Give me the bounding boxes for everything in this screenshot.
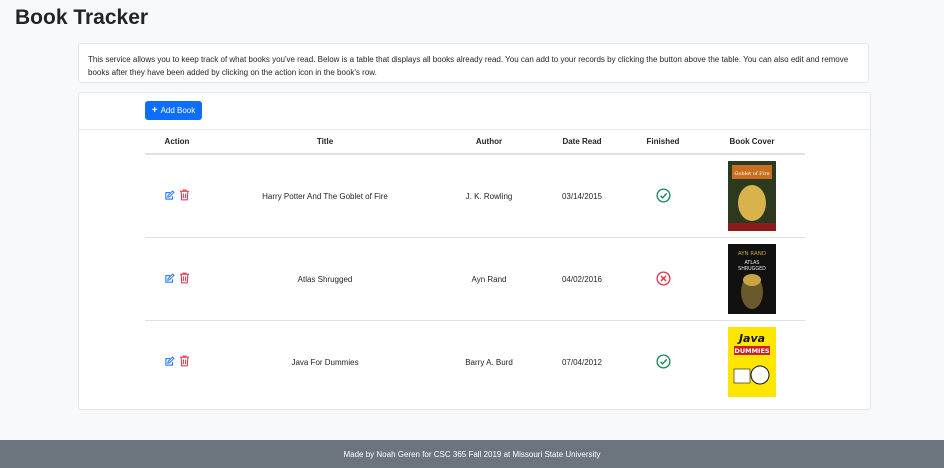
cell-action — [145, 321, 209, 404]
col-header-finished[interactable]: Finished — [627, 130, 699, 155]
check-circle-icon — [655, 187, 671, 205]
book-cover-image: Goblet of Fire — [728, 161, 776, 231]
cell-date-read: 07/04/2012 — [561, 357, 603, 367]
book-cover-image: Java DUMMIES — [728, 327, 776, 397]
trash-icon[interactable] — [179, 355, 191, 367]
table-header-row: Action Title Author Date Read Finished B… — [145, 130, 805, 155]
svg-text:Java: Java — [737, 332, 765, 345]
add-book-button[interactable]: + Add Book — [145, 101, 202, 120]
edit-icon[interactable] — [164, 272, 176, 284]
add-book-label: Add Book — [160, 106, 196, 115]
svg-text:ATLAS: ATLAS — [745, 260, 760, 266]
footer-text: Made by Noah Geren for CSC 365 Fall 2019… — [343, 449, 601, 459]
check-circle-icon — [655, 353, 671, 371]
cell-finished — [627, 321, 699, 404]
footer: Made by Noah Geren for CSC 365 Fall 2019… — [0, 440, 944, 468]
cell-author: J. K. Rowling — [441, 154, 537, 238]
svg-text:AYN RAND: AYN RAND — [738, 251, 766, 257]
books-table: Action Title Author Date Read Finished B… — [145, 130, 805, 403]
cell-author: Ayn Rand — [441, 237, 537, 321]
cell-author: Barry A. Burd — [465, 357, 513, 367]
col-header-action[interactable]: Action — [145, 130, 209, 155]
trash-icon[interactable] — [179, 272, 191, 284]
trash-icon[interactable] — [179, 189, 191, 201]
col-header-author[interactable]: Author — [441, 130, 537, 155]
col-header-cover[interactable]: Book Cover — [699, 130, 805, 155]
cell-cover: Goblet of Fire — [699, 154, 805, 238]
svg-text:SHRUGGED: SHRUGGED — [738, 266, 766, 272]
cell-cover: AYN RAND ATLAS SHRUGGED — [699, 237, 805, 321]
cell-finished — [627, 237, 699, 321]
cell-date-read: 04/02/2016 — [537, 237, 627, 321]
cell-finished — [627, 154, 699, 238]
cell-title: Atlas Shrugged — [209, 237, 441, 321]
cell-action — [145, 237, 209, 321]
books-card: + Add Book Action Title Author Date Read… — [78, 92, 871, 410]
cell-action — [145, 154, 209, 238]
cell-cover: Java DUMMIES — [699, 321, 805, 404]
cell-date-read: 03/14/2015 — [537, 154, 627, 238]
edit-icon[interactable] — [164, 189, 176, 201]
intro-card: This service allows you to keep track of… — [78, 43, 869, 83]
col-header-title[interactable]: Title — [209, 130, 441, 155]
table-row: Atlas Shrugged Ayn Rand 04/02/2016 AYN RAND… — [145, 237, 805, 321]
table-row: Harry Potter And The Goblet of Fire J. K.… — [145, 154, 805, 238]
book-cover-image: AYN RAND ATLAS SHRUGGED — [728, 244, 776, 314]
table-row: Java For Dummies Barry A. Burd 07/04/2012 J… — [145, 321, 805, 404]
col-header-date-read[interactable]: Date Read — [537, 130, 627, 155]
intro-text: This service allows you to keep track of… — [88, 55, 849, 77]
x-circle-icon — [655, 270, 671, 288]
plus-icon: + — [151, 104, 158, 116]
cell-title: Java For Dummies — [291, 357, 359, 367]
svg-text:Goblet of Fire: Goblet of Fire — [734, 171, 769, 177]
edit-icon[interactable] — [164, 355, 176, 367]
cell-title: Harry Potter And The Goblet of Fire — [209, 154, 441, 238]
app-title: Book Tracker — [15, 6, 149, 29]
svg-text:DUMMIES: DUMMIES — [734, 347, 769, 355]
